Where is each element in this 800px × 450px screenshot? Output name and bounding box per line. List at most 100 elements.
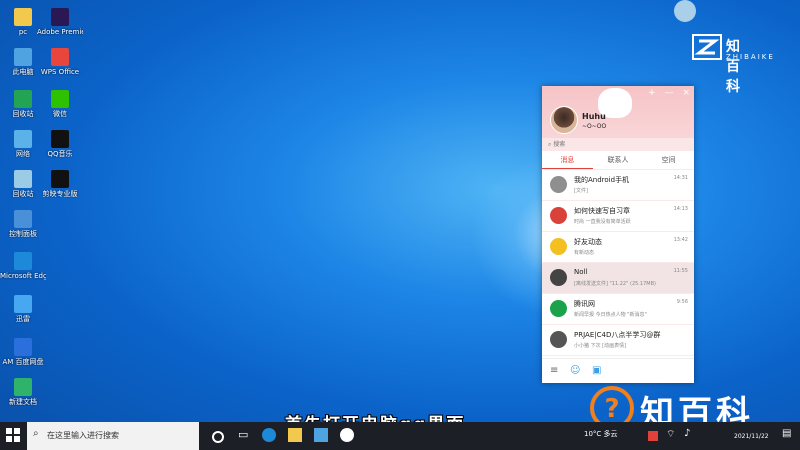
file-explorer-icon[interactable] <box>288 428 302 442</box>
conversation-time: 14:31 <box>673 175 688 181</box>
conversation-title: PRJAE|C4D八点半学习@群 <box>574 331 661 339</box>
desktop-icon-label: WPS Office <box>40 68 80 76</box>
desktop-icon-label: 新建文档 <box>9 398 37 406</box>
desktop-icon[interactable]: 迅雷 <box>0 295 46 323</box>
message-item[interactable]: 好友动态有新动态 13:42 <box>542 232 694 263</box>
app-icon <box>51 90 69 108</box>
app-icon <box>14 170 32 188</box>
conversation-avatar <box>550 176 567 193</box>
svg-text:?: ? <box>604 394 619 424</box>
desktop-icon[interactable]: Adobe Premiere... <box>37 8 83 36</box>
weather-status[interactable]: 10°C 多云 <box>584 429 618 439</box>
tab-space[interactable]: 空间 <box>643 151 694 169</box>
desktop-icon-label: 剪映专业版 <box>42 190 78 198</box>
message-item[interactable]: 腾讯网新闻早报 今日热点人物 "新消息" 9:56 <box>542 294 694 325</box>
qq-taskbar-icon[interactable] <box>340 428 354 442</box>
conversation-title: Noll <box>574 268 588 276</box>
conversation-preview: [文件] <box>574 188 588 194</box>
brand-name-en: ZHIBAIKE <box>726 53 775 61</box>
qq-window[interactable]: + — × Huhu ~O~OO ⌕ 搜索 消息 联系人 空间 我的Androi… <box>542 86 694 383</box>
taskbar-search-placeholder: 在这里输入进行搜索 <box>47 431 119 440</box>
app-icon <box>14 210 32 228</box>
message-item[interactable]: Noll [离线发送文件] "11.22" (25.17MB) 11:55 <box>542 263 694 294</box>
app-icon <box>14 295 32 313</box>
app-icon <box>14 8 32 26</box>
menu-icon[interactable]: ≡ <box>550 365 558 376</box>
qq-header: + — × Huhu ~O~OO <box>542 86 694 138</box>
message-item[interactable]: 如何快速写自习章 时尚 一直我没有简单活跃 14:13 <box>542 201 694 232</box>
conversation-title: 腾讯网 <box>574 300 595 308</box>
conversation-avatar <box>550 207 567 224</box>
desktop-icon[interactable]: QQ音乐 <box>37 130 83 158</box>
notification-icon[interactable]: ▤ <box>782 428 796 442</box>
conversation-time: 11:55 <box>673 268 688 274</box>
conversation-preview: 小小猪 下次 [动画表情] <box>574 343 627 349</box>
message-item[interactable]: 我的Android手机 [文件] 14:31 <box>542 170 694 201</box>
conversation-avatar <box>550 238 567 255</box>
conversation-preview: 新闻早报 今日热点人物 "新消息" <box>574 312 647 318</box>
desktop-icon-label: AM 百度网盘 <box>2 358 44 366</box>
desktop-icon[interactable]: AM 百度网盘 <box>0 338 46 366</box>
desktop-icon[interactable]: Microsoft Edge <box>0 252 46 280</box>
desktop-icon[interactable]: 剪映专业版 <box>37 170 83 198</box>
conversation-time: 13:42 <box>673 237 688 243</box>
user-nickname: Huhu <box>582 112 606 121</box>
brand-name-cn: 知百科 <box>726 39 740 95</box>
volume-icon[interactable]: ♪ <box>684 428 698 442</box>
decorative-circle <box>674 0 696 22</box>
contacts-icon[interactable]: ☺ <box>570 365 580 376</box>
desktop-icon[interactable]: WPS Office <box>37 48 83 76</box>
desktop-icon[interactable]: 新建文档 <box>0 378 46 406</box>
app-icon <box>14 48 32 66</box>
tab-messages[interactable]: 消息 <box>542 151 593 169</box>
conversation-title: 如何快速写自习章 <box>574 207 630 215</box>
desktop-icon-label: 控制面板 <box>9 230 37 238</box>
conversation-preview: 有新动态 <box>574 250 595 256</box>
desktop-icon-label: QQ音乐 <box>47 150 73 158</box>
app-icon <box>14 338 32 356</box>
task-view-icon[interactable]: ▭ <box>238 428 252 442</box>
app-icon <box>14 252 32 270</box>
search-icon: ⌕ <box>33 428 39 439</box>
file-icon[interactable]: ▣ <box>592 365 601 376</box>
store-icon[interactable] <box>314 428 328 442</box>
tray-date[interactable]: 2021/11/22 <box>734 433 769 440</box>
user-signature[interactable]: ~O~OO <box>582 123 606 130</box>
desktop-icon-label: Microsoft Edge <box>0 272 46 280</box>
wps-tray-icon[interactable] <box>648 431 658 441</box>
conversation-title: 好友动态 <box>574 238 602 246</box>
conversation-avatar <box>550 269 567 286</box>
desktop-icon[interactable]: 控制面板 <box>0 210 46 238</box>
app-icon <box>14 130 32 148</box>
app-icon <box>14 90 32 108</box>
app-icon <box>51 48 69 66</box>
conversation-time: 9:56 <box>676 299 688 305</box>
taskbar-search-input[interactable]: ⌕ 在这里输入进行搜索 <box>27 422 199 450</box>
add-button[interactable]: + <box>648 88 656 98</box>
conversation-time: 14:13 <box>673 206 688 212</box>
qq-window-controls: + — × <box>642 88 690 98</box>
desktop-icon[interactable]: 微信 <box>37 90 83 118</box>
network-icon[interactable]: ⌔ <box>666 428 680 442</box>
message-item[interactable]: PRJAE|C4D八点半学习@群 小小猪 下次 [动画表情] <box>542 325 694 356</box>
app-icon <box>51 8 69 26</box>
desktop-icon-label: 微信 <box>53 110 67 118</box>
edge-icon[interactable] <box>262 428 276 442</box>
conversation-preview: [离线发送文件] "11.22" (25.17MB) <box>574 281 656 287</box>
zhibaike-logo-icon <box>692 34 722 60</box>
qq-tabs: 消息 联系人 空间 <box>542 151 694 170</box>
app-icon <box>51 170 69 188</box>
conversation-avatar <box>550 331 567 348</box>
cortana-icon[interactable] <box>212 431 224 443</box>
conversation-avatar <box>550 300 567 317</box>
desktop-icon-label: Adobe Premiere... <box>37 28 83 36</box>
tab-contacts[interactable]: 联系人 <box>593 151 644 169</box>
minimize-button[interactable]: — <box>665 88 674 98</box>
close-button[interactable]: × <box>682 88 690 98</box>
message-list: 我的Android手机 [文件] 14:31 如何快速写自习章 时尚 一直我没有简单活跃… <box>542 170 694 356</box>
desktop-icon-label: 迅雷 <box>16 315 30 323</box>
app-icon <box>14 378 32 396</box>
qq-search-input[interactable]: ⌕ 搜索 <box>542 138 694 151</box>
windows-start-icon[interactable] <box>6 428 20 442</box>
user-avatar[interactable] <box>550 106 578 134</box>
